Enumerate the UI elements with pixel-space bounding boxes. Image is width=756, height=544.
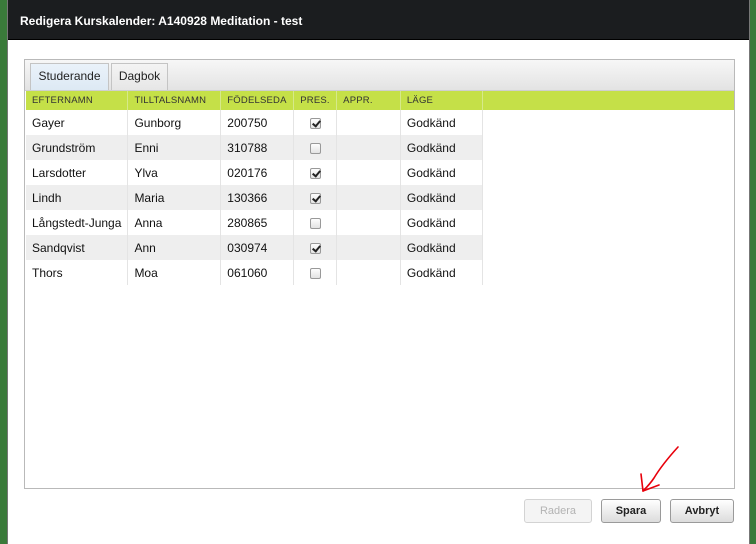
- cell-appr: [336, 260, 401, 285]
- cell-efternamn: Larsdotter: [26, 160, 129, 185]
- cell-pres: [293, 185, 338, 210]
- students-table: EFTERNAMN TILLTALSNAMN FÖDELSEDA PRES. A…: [26, 91, 734, 285]
- cell-lage: Godkänd: [400, 260, 483, 285]
- cell-filler: [482, 185, 734, 210]
- tab-panel: Studerande Dagbok EFTERNAMN TILLTALSNAMN…: [24, 59, 735, 489]
- cell-lage: Godkänd: [400, 135, 483, 160]
- tab-studerande[interactable]: Studerande: [30, 63, 109, 90]
- cell-fodelsedatum: 030974: [220, 235, 295, 260]
- pres-checkbox[interactable]: [309, 242, 321, 254]
- column-header-pres[interactable]: PRES.: [293, 91, 338, 110]
- cell-fodelsedatum: 200750: [220, 110, 295, 135]
- column-header-filler: [482, 91, 734, 110]
- tab-bar: Studerande Dagbok: [25, 60, 734, 91]
- cell-filler: [482, 235, 734, 260]
- table-row[interactable]: Grundström Enni 310788 Godkänd: [26, 135, 734, 160]
- cell-filler: [482, 135, 734, 160]
- cell-lage: Godkänd: [400, 235, 483, 260]
- cell-filler: [482, 160, 734, 185]
- cell-fodelsedatum: 310788: [220, 135, 295, 160]
- cell-fodelsedatum: 020176: [220, 160, 295, 185]
- pres-checkbox[interactable]: [309, 167, 321, 179]
- delete-button[interactable]: Radera: [524, 499, 592, 523]
- dialog-titlebar: Redigera Kurskalender: A140928 Meditatio…: [8, 0, 749, 40]
- table-row[interactable]: Lindh Maria 130366 Godkänd: [26, 185, 734, 210]
- cell-tilltalsnamn: Enni: [127, 135, 222, 160]
- cell-lage: Godkänd: [400, 210, 483, 235]
- column-header-tilltalsnamn[interactable]: TILLTALSNAMN: [127, 91, 222, 110]
- cell-efternamn: Thors: [26, 260, 129, 285]
- save-button[interactable]: Spara: [601, 499, 661, 523]
- cell-pres: [293, 210, 338, 235]
- cell-appr: [336, 110, 401, 135]
- pres-checkbox[interactable]: [309, 267, 321, 279]
- cell-filler: [482, 260, 734, 285]
- edit-course-calendar-dialog: Redigera Kurskalender: A140928 Meditatio…: [7, 0, 750, 544]
- cell-filler: [482, 110, 734, 135]
- pres-checkbox[interactable]: [309, 117, 321, 129]
- table-row[interactable]: Långstedt-Junga Anna 280865 Godkänd: [26, 210, 734, 235]
- cell-efternamn: Grundström: [26, 135, 129, 160]
- cell-fodelsedatum: 280865: [220, 210, 295, 235]
- cell-fodelsedatum: 061060: [220, 260, 295, 285]
- table-row[interactable]: Sandqvist Ann 030974 Godkänd: [26, 235, 734, 260]
- cell-efternamn: Långstedt-Junga: [26, 210, 129, 235]
- column-header-appr[interactable]: APPR.: [336, 91, 401, 110]
- cell-lage: Godkänd: [400, 160, 483, 185]
- table-row[interactable]: Thors Moa 061060 Godkänd: [26, 260, 734, 285]
- tab-dagbok[interactable]: Dagbok: [111, 63, 168, 90]
- cell-pres: [293, 260, 338, 285]
- cell-tilltalsnamn: Ann: [127, 235, 222, 260]
- cell-appr: [336, 210, 401, 235]
- cell-lage: Godkänd: [400, 110, 483, 135]
- cell-tilltalsnamn: Moa: [127, 260, 222, 285]
- table-row[interactable]: Larsdotter Ylva 020176 Godkänd: [26, 160, 734, 185]
- cell-fodelsedatum: 130366: [220, 185, 295, 210]
- cell-pres: [293, 160, 338, 185]
- cancel-button[interactable]: Avbryt: [670, 499, 734, 523]
- table-row[interactable]: Gayer Gunborg 200750 Godkänd: [26, 110, 734, 135]
- cell-tilltalsnamn: Anna: [127, 210, 222, 235]
- cell-appr: [336, 185, 401, 210]
- cell-filler: [482, 210, 734, 235]
- pres-checkbox[interactable]: [309, 217, 321, 229]
- cell-tilltalsnamn: Gunborg: [127, 110, 222, 135]
- dialog-title: Redigera Kurskalender: A140928 Meditatio…: [20, 14, 303, 28]
- cell-appr: [336, 235, 401, 260]
- cell-efternamn: Lindh: [26, 185, 129, 210]
- cell-tilltalsnamn: Maria: [127, 185, 222, 210]
- cell-tilltalsnamn: Ylva: [127, 160, 222, 185]
- cell-pres: [293, 110, 338, 135]
- pres-checkbox[interactable]: [309, 142, 321, 154]
- pres-checkbox[interactable]: [309, 192, 321, 204]
- cell-lage: Godkänd: [400, 185, 483, 210]
- column-header-lage[interactable]: LÄGE: [400, 91, 483, 110]
- cell-pres: [293, 135, 338, 160]
- table-header-row: EFTERNAMN TILLTALSNAMN FÖDELSEDA PRES. A…: [26, 91, 734, 110]
- cell-appr: [336, 160, 401, 185]
- cell-efternamn: Gayer: [26, 110, 129, 135]
- column-header-efternamn[interactable]: EFTERNAMN: [26, 91, 129, 110]
- column-header-fodelsedatum[interactable]: FÖDELSEDA: [220, 91, 295, 110]
- cell-pres: [293, 235, 338, 260]
- cell-appr: [336, 135, 401, 160]
- cell-efternamn: Sandqvist: [26, 235, 129, 260]
